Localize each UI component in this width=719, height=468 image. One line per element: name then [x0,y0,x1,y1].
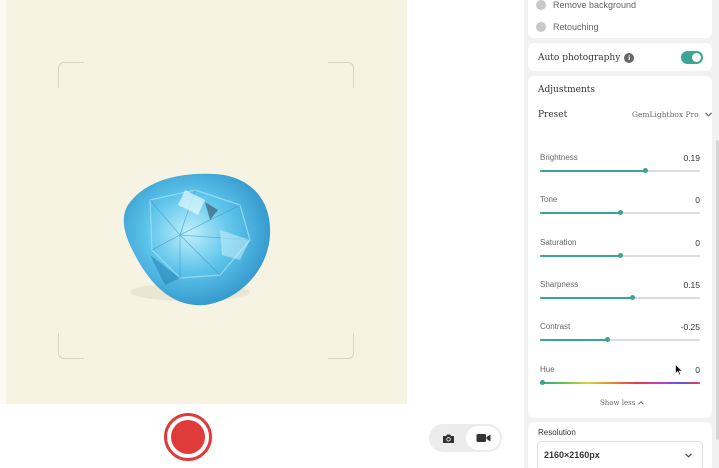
photo-mode-button[interactable] [431,426,465,450]
slider-fill [540,170,646,172]
camera-icon [442,434,454,443]
slider-label-tone: Tone [540,195,558,205]
slider-track-saturation[interactable] [540,252,700,258]
record-icon [171,420,205,454]
option-remove-background[interactable]: Remove background [536,0,636,10]
slider-value-hue: 0 [695,364,700,375]
slider-label-sharpness: Sharpness [540,279,579,289]
radio-icon [536,0,546,10]
adjustments-card [528,76,712,418]
info-icon[interactable]: i [624,53,635,63]
frame-corner-bottom-left [58,333,84,359]
resolution-label: Resolution [538,428,576,437]
resolution-value: 2160×2160px [544,450,600,460]
slider-fill [540,296,633,299]
frame-corner-top-left [58,62,84,88]
slider-label-saturation: Saturation [540,237,577,247]
video-mode-button[interactable] [466,426,500,450]
option-label: Retouching [553,22,599,32]
frame-corner-top-right [328,62,354,88]
gemstone-image [123,173,271,306]
slider-thumb[interactable] [617,210,623,216]
camera-preview [0,0,407,404]
preset-label: Preset [538,110,568,120]
radio-icon [536,22,546,32]
slider-track-contrast[interactable] [540,337,700,343]
option-retouching[interactable]: Retouching [536,22,599,32]
preset-select[interactable]: GemLightbox Pro [632,110,712,119]
slider-fill [540,212,620,215]
chevron-down-icon [685,452,692,458]
frame-corner-bottom-right [328,333,354,359]
slider-label-contrast: Contrast [540,322,571,332]
video-camera-icon [476,434,490,442]
slider-fill [540,339,608,342]
option-label: Remove background [553,0,637,10]
capture-mode-toggle [429,424,502,452]
slider-track-brightness[interactable] [540,168,700,173]
slider-label-brightness: Brightness [540,153,578,162]
slider-fill [540,254,620,257]
slider-value-tone: 0 [695,195,700,206]
auto-photography-label: Auto photography i [538,53,635,63]
record-button[interactable] [164,413,212,461]
auto-photography-toggle[interactable] [681,51,703,64]
resolution-select[interactable]: 2160×2160px [537,441,703,468]
toggle-knob [692,53,701,62]
slider-value-sharpness: 0.15 [683,279,700,290]
adjustments-title: Adjustments [538,85,595,95]
slider-track-tone[interactable] [540,210,700,216]
slider-thumb[interactable] [617,252,623,258]
mouse-cursor-icon [675,364,683,376]
slider-label-hue: Hue [540,364,555,374]
chevron-down-icon [704,112,712,117]
slider-track-sharpness[interactable] [540,294,700,300]
show-less-button[interactable]: Show less [600,399,645,407]
preset-value: GemLightbox Pro [632,110,699,119]
chevron-up-icon [638,401,645,405]
slider-thumb[interactable] [604,337,610,343]
slider-value-contrast: -0.25 [680,322,700,333]
slider-track-hue[interactable] [540,379,700,385]
slider-value-brightness: 0.19 [683,153,700,163]
slider-value-saturation: 0 [695,237,700,248]
slider-thumb[interactable] [540,379,545,385]
